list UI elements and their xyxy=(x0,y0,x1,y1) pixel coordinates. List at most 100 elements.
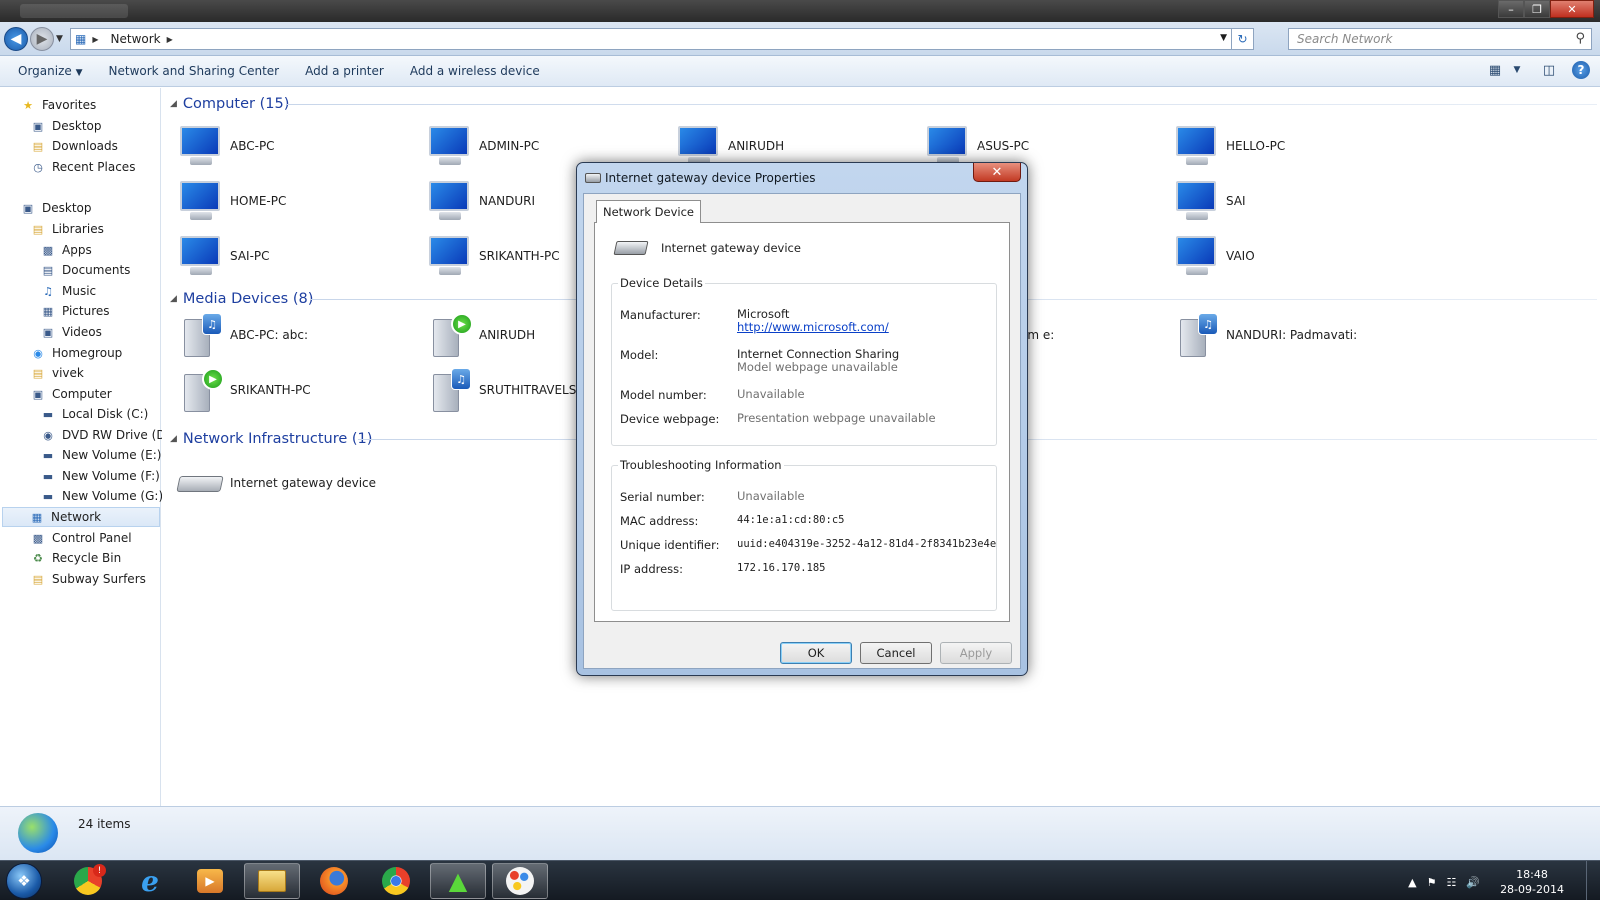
taskbar-app-internet-explorer[interactable]: e xyxy=(122,863,178,899)
nav-item-vivek[interactable]: ▤ vivek xyxy=(30,363,84,383)
add-printer-button[interactable]: Add a printer xyxy=(292,64,397,78)
start-button[interactable]: ❖ xyxy=(6,863,42,899)
tile-computer-abc-pc[interactable]: ABC-PC xyxy=(176,121,275,171)
tile-computer-srikanth-pc[interactable]: SRIKANTH-PC xyxy=(425,231,560,281)
nav-item-recent-places[interactable]: ◷ Recent Places xyxy=(30,157,135,177)
nav-item-desktop[interactable]: ▣ Desktop xyxy=(20,198,92,218)
tile-computer-admin-pc[interactable]: ADMIN-PC xyxy=(425,121,539,171)
back-button[interactable]: ◀ xyxy=(4,27,28,51)
search-icon[interactable]: ⚲ xyxy=(1575,31,1585,46)
recent-pages-dropdown[interactable]: ▼ xyxy=(56,34,63,44)
address-dropdown-icon[interactable]: ▼ xyxy=(1220,33,1227,43)
ok-button[interactable]: OK xyxy=(780,642,852,664)
action-center-flag-icon[interactable]: ⚑ xyxy=(1427,876,1437,889)
nav-item-pictures[interactable]: ▦ Pictures xyxy=(40,301,110,321)
nav-item-label: Control Panel xyxy=(52,531,132,545)
tile-media-device[interactable]: ♫ SRUTHITRAVELS xyxy=(425,365,576,415)
taskbar-app-chrome-alt[interactable]: ! xyxy=(60,863,116,899)
breadcrumb-chevron-icon[interactable]: ▶ xyxy=(167,35,173,44)
apply-button[interactable]: Apply xyxy=(940,642,1012,664)
dialog-close-button[interactable]: ✕ xyxy=(973,163,1021,182)
show-desktop-button[interactable] xyxy=(1586,861,1600,900)
taskbar-app-firefox[interactable] xyxy=(306,863,362,899)
tile-internet-gateway-device[interactable]: Internet gateway device xyxy=(176,458,376,508)
computer-icon xyxy=(176,234,224,278)
taskbar-app-chrome[interactable] xyxy=(368,863,424,899)
nav-item-music[interactable]: ♫ Music xyxy=(40,281,96,301)
maximize-button[interactable]: ❐ xyxy=(1524,0,1550,18)
group-title: Media Devices (8) xyxy=(182,291,314,307)
add-wireless-device-button[interactable]: Add a wireless device xyxy=(397,64,553,78)
nav-item-new-volume-g[interactable]: ▬ New Volume (G:) xyxy=(40,486,163,506)
show-hidden-icons-icon[interactable]: ▲ xyxy=(1408,876,1416,889)
nav-item-recycle-bin[interactable]: ♻ Recycle Bin xyxy=(30,548,121,568)
nav-item-documents[interactable]: ▤ Documents xyxy=(40,260,131,280)
apps-icon: ▩ xyxy=(42,243,54,257)
music-icon: ♫ xyxy=(43,284,53,298)
close-window-button[interactable]: ✕ xyxy=(1550,0,1594,18)
tile-computer-sai[interactable]: SAI xyxy=(1172,176,1246,226)
address-field[interactable]: ▦ ▶ Network ▶ ▼ ↻ xyxy=(70,28,1254,50)
tile-media-device[interactable]: ▶ ANIRUDH xyxy=(425,310,535,360)
unique-identifier-label: Unique identifier: xyxy=(620,538,720,552)
nav-item-control-panel[interactable]: ▩ Control Panel xyxy=(30,528,132,548)
collapse-triangle-icon[interactable]: ◢ xyxy=(170,434,177,444)
breadcrumb-network[interactable]: Network xyxy=(111,32,161,46)
drive-icon: ▬ xyxy=(42,469,54,483)
search-input[interactable]: Search Network ⚲ xyxy=(1288,28,1592,50)
nav-item-apps[interactable]: ▩ Apps xyxy=(40,240,92,260)
tile-media-device[interactable]: ♫ ABC-PC: abc: xyxy=(176,310,308,360)
taskbar-app-media-player[interactable]: ▶ xyxy=(182,863,238,899)
nav-item-videos[interactable]: ▣ Videos xyxy=(40,322,102,342)
tile-label: Internet gateway device xyxy=(230,476,377,490)
nav-item-favorites[interactable]: ★ Favorites xyxy=(20,95,96,115)
group-header-computer[interactable]: ◢ Computer (15) xyxy=(170,93,289,115)
preview-pane-icon[interactable]: ◫ xyxy=(1540,61,1558,79)
refresh-icon[interactable]: ↻ xyxy=(1231,28,1253,50)
nav-item-desktop[interactable]: ▣ Desktop xyxy=(30,116,102,136)
manufacturer-link[interactable]: http://www.microsoft.com/ xyxy=(737,320,889,334)
drive-icon: ▬ xyxy=(42,448,54,462)
nav-item-label: Computer xyxy=(52,387,112,401)
network-sharing-center-button[interactable]: Network and Sharing Center xyxy=(96,64,293,78)
nav-item-computer[interactable]: ▣ Computer xyxy=(30,384,112,404)
cancel-button[interactable]: Cancel xyxy=(860,642,932,664)
nav-item-dvd-rw-drive-d[interactable]: ◉ DVD RW Drive (D:) xyxy=(40,425,174,445)
tile-media-device[interactable]: ♫ NANDURI: Padmavati: xyxy=(1172,310,1357,360)
tab-network-device[interactable]: Network Device xyxy=(596,200,702,223)
minimize-button[interactable]: – xyxy=(1498,0,1524,18)
tile-computer-hello-pc[interactable]: HELLO-PC xyxy=(1172,121,1285,171)
nav-item-new-volume-f[interactable]: ▬ New Volume (F:) xyxy=(40,466,160,486)
tile-computer-vaio[interactable]: VAIO xyxy=(1172,231,1255,281)
command-bar: Organize ▼ Network and Sharing Center Ad… xyxy=(0,56,1600,87)
computer-icon xyxy=(425,179,473,223)
collapse-triangle-icon[interactable]: ◢ xyxy=(170,294,177,304)
nav-item-homegroup[interactable]: ◉ Homegroup xyxy=(30,343,122,363)
organize-button[interactable]: Organize ▼ xyxy=(0,64,96,78)
help-icon[interactable]: ? xyxy=(1572,61,1590,79)
tile-media-device[interactable]: ▶ SRIKANTH-PC xyxy=(176,365,311,415)
network-tray-icon[interactable]: ☷ xyxy=(1446,876,1456,889)
nav-item-libraries[interactable]: ▤ Libraries xyxy=(30,219,104,239)
nav-item-subway-surfers[interactable]: ▤ Subway Surfers xyxy=(30,569,146,589)
nav-item-network[interactable]: ▦ Network xyxy=(2,507,160,527)
tile-computer-nanduri[interactable]: NANDURI xyxy=(425,176,535,226)
breadcrumb-separator-icon[interactable]: ▶ xyxy=(92,35,98,44)
group-header-media-devices[interactable]: ◢ Media Devices (8) xyxy=(170,288,313,310)
tile-computer-sai-pc[interactable]: SAI-PC xyxy=(176,231,270,281)
nav-item-downloads[interactable]: ▤ Downloads xyxy=(30,136,118,156)
taskbar-app-paint[interactable] xyxy=(492,863,548,899)
clock[interactable]: 18:48 28-09-2014 xyxy=(1500,867,1564,897)
group-header-network-infrastructure[interactable]: ◢ Network Infrastructure (1) xyxy=(170,428,372,450)
nav-item-local-disk-c[interactable]: ▬ Local Disk (C:) xyxy=(40,404,149,424)
tile-computer-home-pc[interactable]: HOME-PC xyxy=(176,176,286,226)
taskbar-app-explorer[interactable] xyxy=(244,863,300,899)
volume-icon[interactable]: 🔊 xyxy=(1466,876,1480,889)
collapse-triangle-icon[interactable]: ◢ xyxy=(170,99,177,109)
change-view-icon[interactable]: ▦ xyxy=(1486,61,1504,79)
nav-item-new-volume-e[interactable]: ▬ New Volume (E:) xyxy=(40,445,162,465)
forward-button[interactable]: ▶ xyxy=(30,27,54,51)
nav-item-label: Local Disk (C:) xyxy=(62,407,149,421)
taskbar-app-tree[interactable]: ▲ xyxy=(430,863,486,899)
view-options-chevron-icon[interactable]: ▼ xyxy=(1508,61,1526,79)
